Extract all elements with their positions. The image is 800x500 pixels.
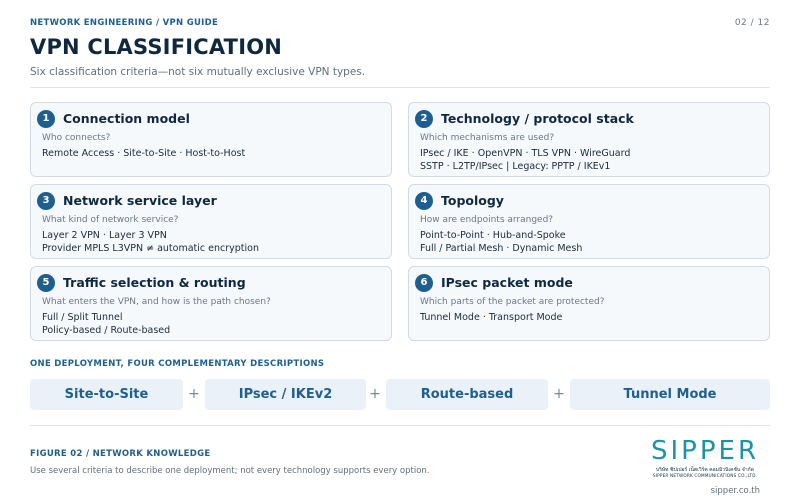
deployment-pill-routing: Route-based — [386, 379, 548, 410]
criterion-card-network-service-layer: 3 Network service layer What kind of net… — [30, 184, 392, 259]
logo-wordmark: SIPPER — [650, 436, 760, 466]
card-question: What enters the VPN, and how is the path… — [42, 297, 271, 307]
card-question: Who connects? — [42, 133, 111, 143]
card-title: Traffic selection & routing — [63, 275, 246, 290]
card-question: Which mechanisms are used? — [420, 133, 555, 143]
card-number-badge: 6 — [415, 274, 433, 292]
plus-separator: + — [188, 386, 200, 402]
card-title: Topology — [441, 193, 504, 208]
card-title: IPsec packet mode — [441, 275, 573, 290]
deployment-pill-connection: Site-to-Site — [30, 379, 183, 410]
card-values-line-1: Tunnel Mode · Transport Mode — [420, 312, 563, 323]
card-values-line-1: Point-to-Point · Hub-and-Spoke — [420, 230, 566, 241]
plus-separator: + — [369, 386, 381, 402]
card-number-badge: 4 — [415, 192, 433, 210]
website-link[interactable]: sipper.co.th — [711, 486, 760, 496]
card-values-line-1: Full / Split Tunnel — [42, 312, 123, 323]
page-number: 02 / 12 — [734, 18, 770, 28]
card-values-line-1: IPsec / IKE · OpenVPN · TLS VPN · WireGu… — [420, 148, 631, 159]
figure-label: FIGURE 02 / NETWORK KNOWLEDGE — [30, 449, 211, 459]
criterion-card-ipsec-mode: 6 IPsec packet mode Which parts of the p… — [408, 266, 770, 341]
criterion-card-connection-model: 1 Connection model Who connects? Remote … — [30, 102, 392, 177]
page-title: VPN CLASSIFICATION — [30, 35, 283, 59]
card-question: Which parts of the packet are protected? — [420, 297, 605, 307]
criterion-card-topology: 4 Topology How are endpoints arranged? P… — [408, 184, 770, 259]
deployment-pill-technology: IPsec / IKEv2 — [205, 379, 366, 410]
card-title: Technology / protocol stack — [441, 111, 634, 126]
card-values-line-2: Policy-based / Route-based — [42, 325, 171, 336]
page-subtitle: Six classification criteria—not six mutu… — [30, 66, 366, 78]
slide-kicker: NETWORK ENGINEERING / VPN GUIDE — [30, 18, 219, 28]
company-logo: SIPPER บริษัท ซิปเปอร์ เน็ตเวิร์ค คอมมิว… — [640, 436, 770, 484]
deployment-heading: ONE DEPLOYMENT, FOUR COMPLEMENTARY DESCR… — [30, 359, 325, 369]
card-question: What kind of network service? — [42, 215, 179, 225]
card-number-badge: 5 — [37, 274, 55, 292]
card-number-badge: 2 — [415, 110, 433, 128]
logo-english-name: SIPPER NETWORK COMMUNICATIONS CO.,LTD. — [652, 473, 758, 478]
card-title: Connection model — [63, 111, 190, 126]
card-number-badge: 3 — [37, 192, 55, 210]
criterion-card-technology: 2 Technology / protocol stack Which mech… — [408, 102, 770, 177]
card-number-badge: 1 — [37, 110, 55, 128]
footer-divider — [30, 425, 770, 426]
deployment-pill-mode: Tunnel Mode — [570, 379, 770, 410]
card-values-line-2: Provider MPLS L3VPN ≠ automatic encrypti… — [42, 243, 259, 254]
figure-caption: Use several criteria to describe one dep… — [30, 466, 430, 476]
card-values-line-1: Remote Access · Site-to-Site · Host-to-H… — [42, 148, 246, 159]
card-values-line-2: SSTP · L2TP/IPsec | Legacy: PPTP / IKEv1 — [420, 161, 611, 172]
plus-separator: + — [553, 386, 565, 402]
criterion-card-traffic-routing: 5 Traffic selection & routing What enter… — [30, 266, 392, 341]
card-values-line-1: Layer 2 VPN · Layer 3 VPN — [42, 230, 167, 241]
header-divider — [30, 87, 770, 88]
card-question: How are endpoints arranged? — [420, 215, 554, 225]
card-values-line-2: Full / Partial Mesh · Dynamic Mesh — [420, 243, 583, 254]
card-title: Network service layer — [63, 193, 217, 208]
